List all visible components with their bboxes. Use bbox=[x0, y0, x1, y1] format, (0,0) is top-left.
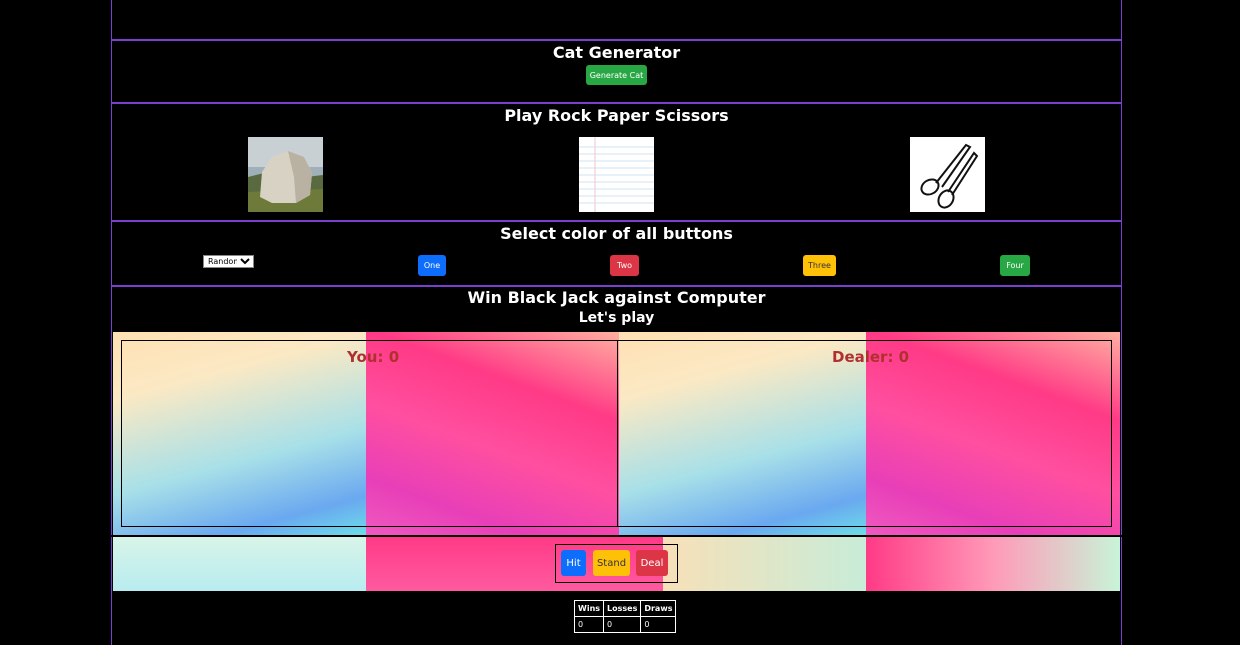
dealer-score: Dealer: 0 bbox=[832, 348, 910, 366]
section-divider bbox=[111, 285, 1122, 287]
cat-generator-title: Cat Generator bbox=[552, 43, 681, 62]
stand-button[interactable]: Stand bbox=[593, 550, 630, 576]
score-table: Wins Losses Draws 0 0 0 bbox=[573, 600, 677, 633]
generate-cat-button[interactable]: Generate Cat bbox=[586, 65, 647, 85]
section-divider bbox=[111, 102, 1122, 104]
button-one[interactable]: One bbox=[418, 255, 446, 276]
blackjack-subtitle: Let's play bbox=[578, 310, 655, 326]
player-box bbox=[121, 340, 618, 527]
table-row: 0 0 0 bbox=[573, 616, 677, 633]
color-select[interactable]: Random bbox=[203, 255, 254, 268]
wins-value: 0 bbox=[573, 616, 605, 633]
section-divider bbox=[111, 220, 1122, 222]
paper-image[interactable] bbox=[579, 137, 654, 212]
player-score: You: 0 bbox=[347, 348, 400, 366]
hit-button[interactable]: Hit bbox=[561, 550, 586, 576]
rock-image[interactable] bbox=[248, 137, 323, 212]
table-header-row: Wins Losses Draws bbox=[573, 600, 677, 617]
deal-button[interactable]: Deal bbox=[636, 550, 668, 576]
section-divider bbox=[111, 39, 1122, 41]
blackjack-title: Win Black Jack against Computer bbox=[467, 288, 766, 307]
draws-header: Draws bbox=[640, 600, 677, 617]
dealer-box bbox=[617, 340, 1112, 527]
losses-value: 0 bbox=[603, 616, 642, 633]
button-four[interactable]: Four bbox=[1000, 255, 1030, 276]
color-select-title: Select color of all buttons bbox=[500, 224, 733, 243]
rps-title: Play Rock Paper Scissors bbox=[504, 106, 729, 125]
button-three[interactable]: Three bbox=[803, 255, 836, 276]
draws-value: 0 bbox=[640, 616, 677, 633]
losses-header: Losses bbox=[603, 600, 642, 617]
wins-header: Wins bbox=[573, 600, 605, 617]
scissors-image[interactable] bbox=[910, 137, 985, 212]
button-two[interactable]: Two bbox=[610, 255, 639, 276]
